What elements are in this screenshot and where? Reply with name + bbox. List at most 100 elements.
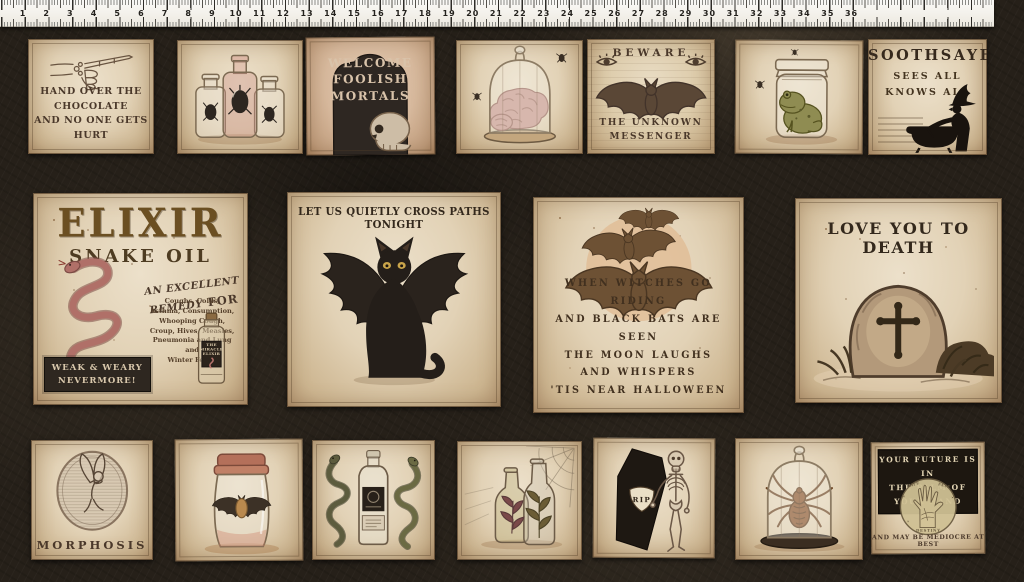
panel-coffin-skeleton: RIP [593, 438, 716, 559]
panel-spider-cloche [735, 438, 863, 560]
caption-line: MESSENGER [587, 130, 715, 144]
verse-line: AND WHISPERS [537, 364, 740, 382]
panel-palm-reading: YOUR FUTURE IS INTHE PALM OF YOUR HAND L… [871, 442, 986, 555]
ruler-number: 18 [415, 9, 435, 18]
panel-love-you-to-death: LOVE YOU TO DEATH [795, 198, 1002, 403]
verse-line: AND BLACK BATS ARE SEEN [537, 311, 740, 347]
elixir-title: ELIXIR [33, 200, 248, 246]
bats-verse: WHEN WITCHES GO RIDINGAND BLACK BATS ARE… [537, 275, 740, 400]
ruler-number: 19 [439, 9, 459, 18]
caption-line: THE UNKNOWN [587, 116, 715, 130]
witch-cauldron-art [885, 81, 985, 153]
panel-black-cat: LET US QUIETLY CROSS PATHS TONIGHT [287, 192, 501, 407]
caption-line: CHOCOLATE [28, 100, 154, 115]
ruler-number: 25 [581, 9, 601, 18]
frog-jar-art [741, 44, 857, 150]
panel-snakes-bottle [312, 440, 435, 560]
ruler-number: 9 [202, 9, 222, 18]
ruler-number: 7 [155, 9, 175, 18]
coffin-skeleton-art: RIP [599, 441, 709, 554]
snakes-bottle-art [318, 445, 429, 555]
ruler-number: 6 [131, 9, 151, 18]
ruler-number: 16 [368, 9, 388, 18]
ruler-number: 21 [486, 9, 506, 18]
ruler-number: 34 [794, 9, 814, 18]
ruler-number: 1 [13, 9, 33, 18]
ruler-number: 5 [108, 9, 128, 18]
ruler-ticks [1, 0, 992, 8]
panel-welcome-foolish-mortals: WELCOMEFOOLISHMORTALS [306, 37, 436, 156]
ruler-ticks [1, 17, 992, 27]
ruler-number: 30 [699, 9, 719, 18]
panel-herb-bottles [457, 441, 582, 560]
ruler-number: 2 [37, 9, 57, 18]
ruler-number: 8 [179, 9, 199, 18]
ruler-number: 20 [463, 9, 483, 18]
ruler-number: 36 [842, 9, 862, 18]
ruler-number: 10 [226, 9, 246, 18]
chocolate-caption: HAND OVER THECHOCOLATEAND NO ONE GETS HU… [28, 85, 154, 144]
ruler-number: 3 [60, 9, 80, 18]
ruler-number: 13 [297, 9, 317, 18]
fly-jars-art [182, 45, 298, 150]
panel-beware-bat: BEWARE THE UNKNOWNMESSENGER [587, 39, 715, 154]
soothsayer-title: SOOTHSAYER [868, 47, 987, 64]
caption-line: HAND OVER THE [28, 85, 154, 100]
ruler-number: 28 [652, 9, 672, 18]
beware-caption: THE UNKNOWNMESSENGER [587, 116, 715, 145]
fairy-oval-art [41, 445, 143, 539]
brain-cloche-art [464, 43, 576, 150]
ruler-number: 23 [534, 9, 554, 18]
ruler-number: 14 [321, 9, 341, 18]
ruler-ticks [1, 22, 992, 27]
ruler-number: 15 [344, 9, 364, 18]
ruler: 1234567891011121314151617181920212223242… [0, 0, 994, 27]
panel-soothsayer: SOOTHSAYER SEES ALLKNOWS ALL [868, 39, 987, 155]
caption-line: AND NO ONE GETS HURT [28, 114, 154, 143]
panel-specimen-jars-flies [177, 40, 303, 154]
panel-elixir-snake-oil: ELIXIR SNAKE OIL AN EXCELLENT REMEDY FOR… [33, 193, 248, 405]
verse-line: THE MOON LAUGHS [537, 347, 740, 365]
ruler-number: 24 [557, 9, 577, 18]
panel-bat-jar [175, 439, 304, 562]
caption-line: MORTALS [306, 88, 435, 106]
ruler-number: 29 [676, 9, 696, 18]
panel-bats-moon: WHEN WITCHES GO RIDINGAND BLACK BATS ARE… [533, 197, 744, 413]
welcome-caption: WELCOMEFOOLISHMORTALS [306, 54, 435, 105]
caption-line: FOOLISH [306, 71, 435, 89]
ruler-number: 35 [818, 9, 838, 18]
bottle-label-line: ELIXIR [203, 351, 221, 356]
ruler-number: 27 [628, 9, 648, 18]
verse-line: 'TIS NEAR HALLOWEEN [537, 382, 740, 400]
ruler-number: 4 [84, 9, 104, 18]
tombstone-cross-art [803, 260, 993, 395]
cat-bat-wings-art [298, 222, 491, 403]
palm-circle-art: LIFE FATE DESTINY [886, 472, 971, 542]
ruler-numbers: 1234567891011121314151617181920212223242… [13, 9, 862, 18]
ruler-number: 32 [747, 9, 767, 18]
badge-line: NEVERMORE! [52, 375, 143, 388]
ruler-number: 22 [510, 9, 530, 18]
panel-frog-jar [735, 40, 864, 155]
rip-text: RIP [633, 495, 652, 504]
ruler-number: 31 [723, 9, 743, 18]
panel-morphosis: MORPHOSIS [31, 440, 153, 560]
ruler-ticks [1, 0, 992, 5]
fabric-panel-photo: 1234567891011121314151617181920212223242… [0, 0, 1024, 582]
ruler-ticks [1, 19, 992, 27]
spider-cloche-art [743, 442, 856, 557]
palm-footer: AND MAY BE MEDIOCRE AT BEST [871, 534, 985, 549]
morphosis-title: MORPHOSIS [31, 538, 153, 552]
circle-word: DESTINY [916, 528, 941, 533]
badge-line: WEAK & WEARY [52, 362, 143, 375]
ruler-number: 12 [273, 9, 293, 18]
ruler-number: 33 [771, 9, 791, 18]
caption-line: WELCOME [306, 54, 435, 72]
verse-line: WHEN WITCHES GO RIDING [537, 275, 740, 311]
herb-bottles-art [462, 446, 577, 555]
panel-brain-cloche [456, 40, 583, 154]
love-title: LOVE YOU TO DEATH [795, 219, 1002, 257]
beware-title: BEWARE [587, 47, 715, 59]
ruler-number: 26 [605, 9, 625, 18]
bat-jar-art [182, 442, 295, 557]
